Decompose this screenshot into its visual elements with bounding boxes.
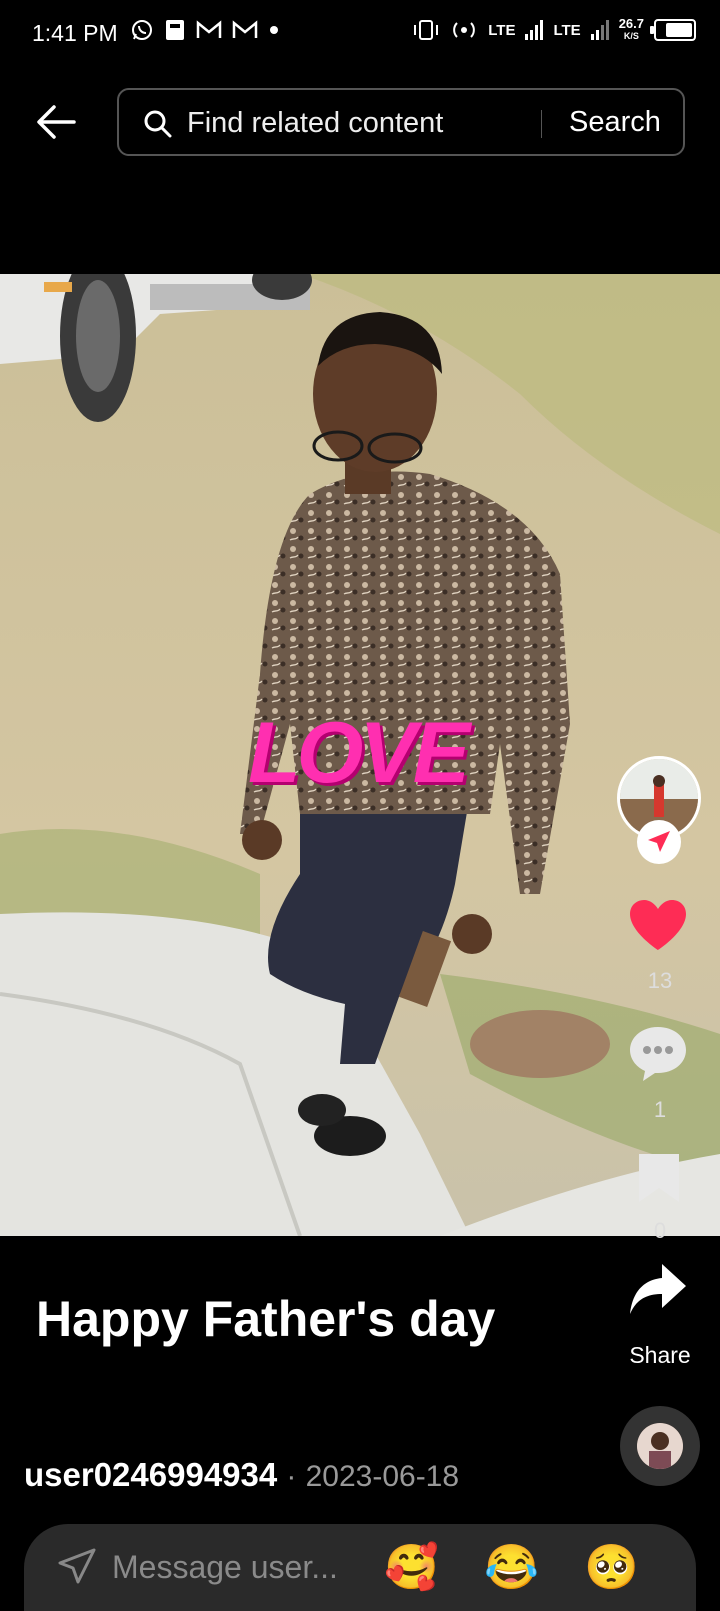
back-button[interactable]	[36, 104, 84, 144]
heart-icon	[630, 900, 686, 950]
signal-icon	[525, 20, 544, 40]
notification-icons	[130, 18, 280, 42]
search-divider	[541, 110, 542, 138]
send-to-follow-button[interactable]	[637, 820, 681, 864]
status-bar: 1:41 PM LTE LTE 26.7 K/S	[0, 0, 720, 72]
author-username[interactable]: user0246994934	[24, 1456, 277, 1493]
system-indicators: LTE LTE 26.7 K/S	[412, 16, 696, 42]
video-player[interactable]: LOVE	[0, 274, 720, 1236]
whatsapp-icon	[132, 20, 152, 40]
comment-bubble-icon	[630, 1027, 686, 1081]
share-button[interactable]	[628, 1262, 688, 1321]
app-notification-icon	[166, 20, 184, 40]
search-icon	[144, 110, 172, 138]
top-bar: Search	[0, 88, 720, 160]
love-sticker-text: LOVE	[248, 705, 470, 801]
share-arrow-icon	[630, 1264, 686, 1314]
search-box: Search	[117, 88, 685, 156]
search-button[interactable]: Search	[553, 102, 677, 142]
network-speed-value: 26.7	[618, 16, 644, 31]
send-icon	[58, 1548, 96, 1584]
gmail-icon	[196, 20, 222, 38]
send-arrow-icon	[648, 831, 670, 852]
like-count: 13	[647, 968, 673, 993]
video-caption: Happy Father's day	[36, 1291, 496, 1347]
bookmark-icon	[639, 1154, 679, 1202]
message-input[interactable]	[110, 1544, 394, 1590]
post-date: 2023-06-18	[305, 1460, 460, 1493]
love-sticker: LOVE	[248, 704, 470, 814]
gmail-icon	[232, 20, 258, 38]
sound-cover-image	[637, 1423, 683, 1469]
signal-icon	[590, 20, 609, 40]
status-time: 1:41 PM	[32, 20, 118, 46]
save-button[interactable]	[637, 1152, 681, 1209]
emoji-laughing-button[interactable]: 😂	[484, 1538, 539, 1598]
emoji-smiling-hearts-button[interactable]: 🥰	[384, 1538, 439, 1598]
comment-button[interactable]	[628, 1025, 688, 1088]
network-speed: 26.7 K/S	[618, 16, 644, 42]
like-button[interactable]	[628, 898, 688, 957]
back-arrow-icon	[37, 105, 76, 139]
comment-count: 1	[653, 1097, 667, 1122]
emoji-pleading-button[interactable]: 🥺	[584, 1538, 639, 1598]
music-disc[interactable]	[620, 1406, 700, 1486]
message-bar: 🥰 😂 🥺	[24, 1524, 696, 1611]
more-notifications-icon	[270, 26, 278, 34]
network-type-2: LTE	[553, 21, 581, 39]
vibrate-icon	[414, 20, 439, 40]
author-separator: ·	[286, 1460, 297, 1493]
network-type-1: LTE	[488, 21, 516, 39]
share-label: Share	[629, 1342, 691, 1368]
author-line: user0246994934 · 2023-06-18	[24, 1456, 459, 1494]
save-count: 0	[653, 1218, 667, 1243]
battery-icon	[650, 19, 696, 41]
hotspot-icon	[453, 22, 476, 38]
network-speed-unit: K/S	[623, 31, 639, 41]
